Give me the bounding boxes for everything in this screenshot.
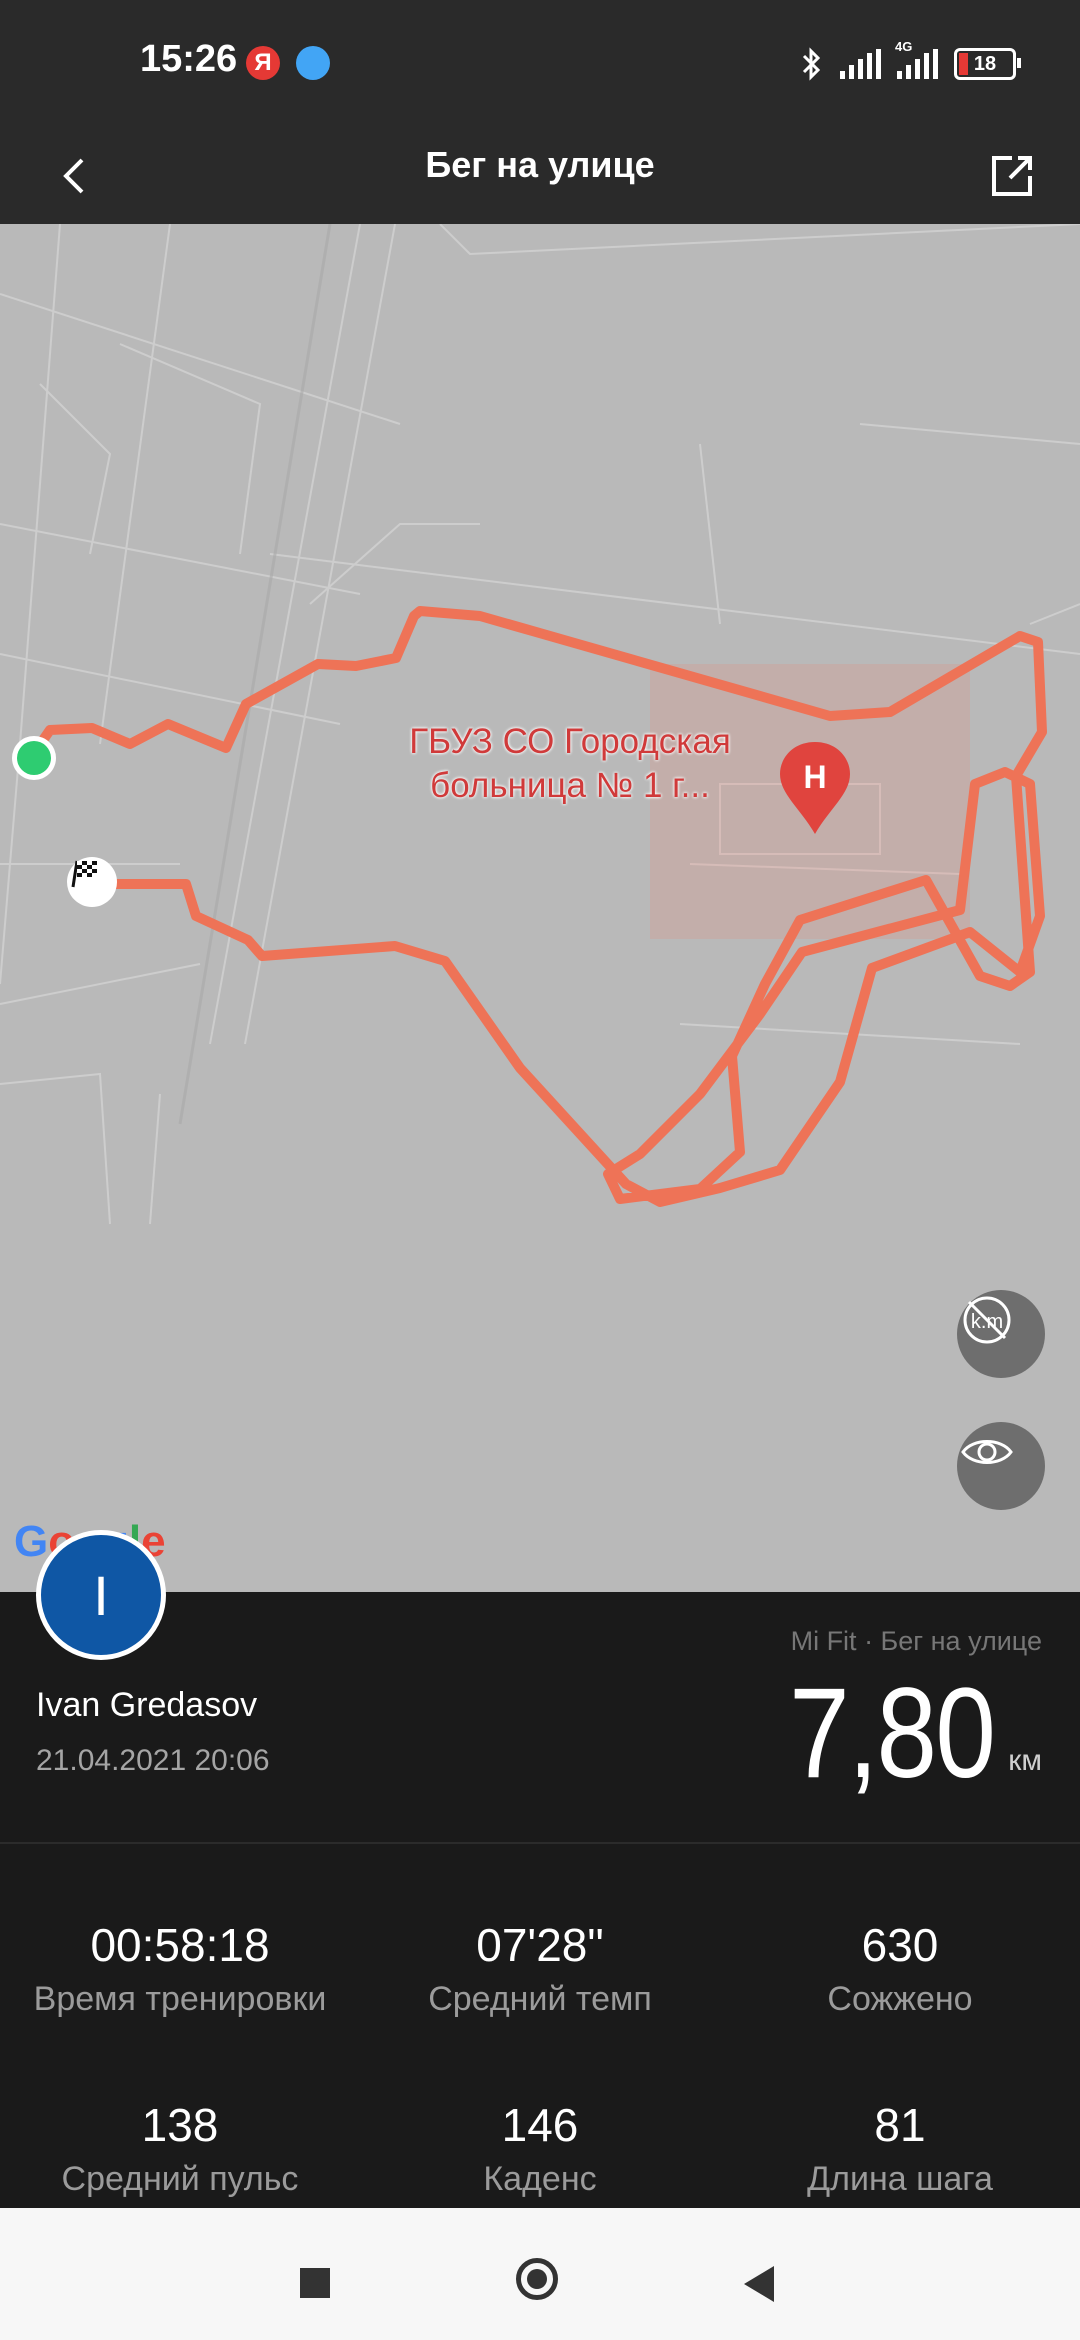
status-right-icons: 4G 18 <box>800 39 1021 84</box>
battery-icon: 18 <box>954 48 1021 80</box>
avatar[interactable]: I <box>36 1530 166 1660</box>
map-canvas: H <box>0 224 1080 1225</box>
stat-label: Средний пульс <box>61 2160 299 2198</box>
stat-stride-length: 81 Длина шага <box>720 2098 1080 2199</box>
app-header: Бег на улице <box>0 126 1080 224</box>
status-time: 15:26 <box>140 38 238 80</box>
signal-icon <box>840 49 881 79</box>
km-markers-button[interactable]: k.m <box>957 1290 1045 1378</box>
stat-avg-pace: 07'28" Средний темп <box>360 1918 720 2019</box>
stat-cadence: 146 Каденс <box>360 2098 720 2199</box>
stat-calories: 630 Сожжено <box>720 1918 1080 2019</box>
status-bar: 15:26 Я 4G 18 <box>0 0 1080 126</box>
eye-icon <box>961 1440 1013 1464</box>
stat-label: Время тренировки <box>33 1980 327 2018</box>
stat-value: 07'28" <box>476 1919 604 1971</box>
divider <box>0 1842 1080 1844</box>
stat-value: 630 <box>861 1919 939 1971</box>
share-button[interactable] <box>982 140 1042 206</box>
stat-label: Средний темп <box>428 1980 652 2018</box>
share-export-icon <box>992 156 1032 196</box>
bluetooth-icon <box>802 47 821 81</box>
stat-value: 146 <box>501 2099 579 2151</box>
home-circle-icon[interactable] <box>516 2258 558 2300</box>
stat-label: Длина шага <box>807 2160 993 2198</box>
visibility-button[interactable] <box>957 1422 1045 1510</box>
page-title: Бег на улице <box>425 144 655 185</box>
battery-level: 18 <box>973 52 997 75</box>
stat-value: 81 <box>874 2099 926 2151</box>
signal-4g-icon: 4G <box>895 39 938 79</box>
network-label: 4G <box>895 39 913 54</box>
heart-bubble-icon <box>296 46 330 80</box>
system-nav-bar <box>0 2208 1080 2340</box>
stat-workout-time: 00:58:18 Время тренировки <box>0 1918 360 2019</box>
svg-text:H: H <box>803 759 826 795</box>
distance-unit: км <box>1008 1744 1042 1777</box>
km-markers-toggle-icon: k.m <box>963 1296 1011 1344</box>
stat-avg-heart-rate: 138 Средний пульс <box>0 2098 360 2199</box>
back-triangle-icon[interactable] <box>744 2266 774 2302</box>
finish-marker <box>67 857 117 907</box>
workout-datetime: 21.04.2021 20:06 <box>36 1744 270 1777</box>
user-name: Ivan Gredasov <box>36 1686 258 1724</box>
poi-label-line2: больница № 1 г... <box>430 766 710 805</box>
stat-label: Каденс <box>483 2160 597 2198</box>
recents-square-icon[interactable] <box>300 2268 330 2298</box>
workout-source: Mi Fit · Бег на улице <box>790 1626 1042 1656</box>
stat-label: Сожжено <box>827 1980 973 2018</box>
yandex-icon: Я <box>246 46 280 80</box>
distance-value: 7,80 <box>789 1662 996 1805</box>
stat-value: 00:58:18 <box>90 1919 270 1971</box>
checkered-flag-icon <box>71 860 97 888</box>
route-map[interactable]: H ГБУЗ СО Городская больница № 1 г... k.… <box>0 224 1080 1592</box>
poi-label-line1: ГБУЗ СО Городская <box>409 722 731 761</box>
stat-value: 138 <box>141 2099 219 2151</box>
poi-label: ГБУЗ СО Городская больница № 1 г... <box>360 720 780 808</box>
